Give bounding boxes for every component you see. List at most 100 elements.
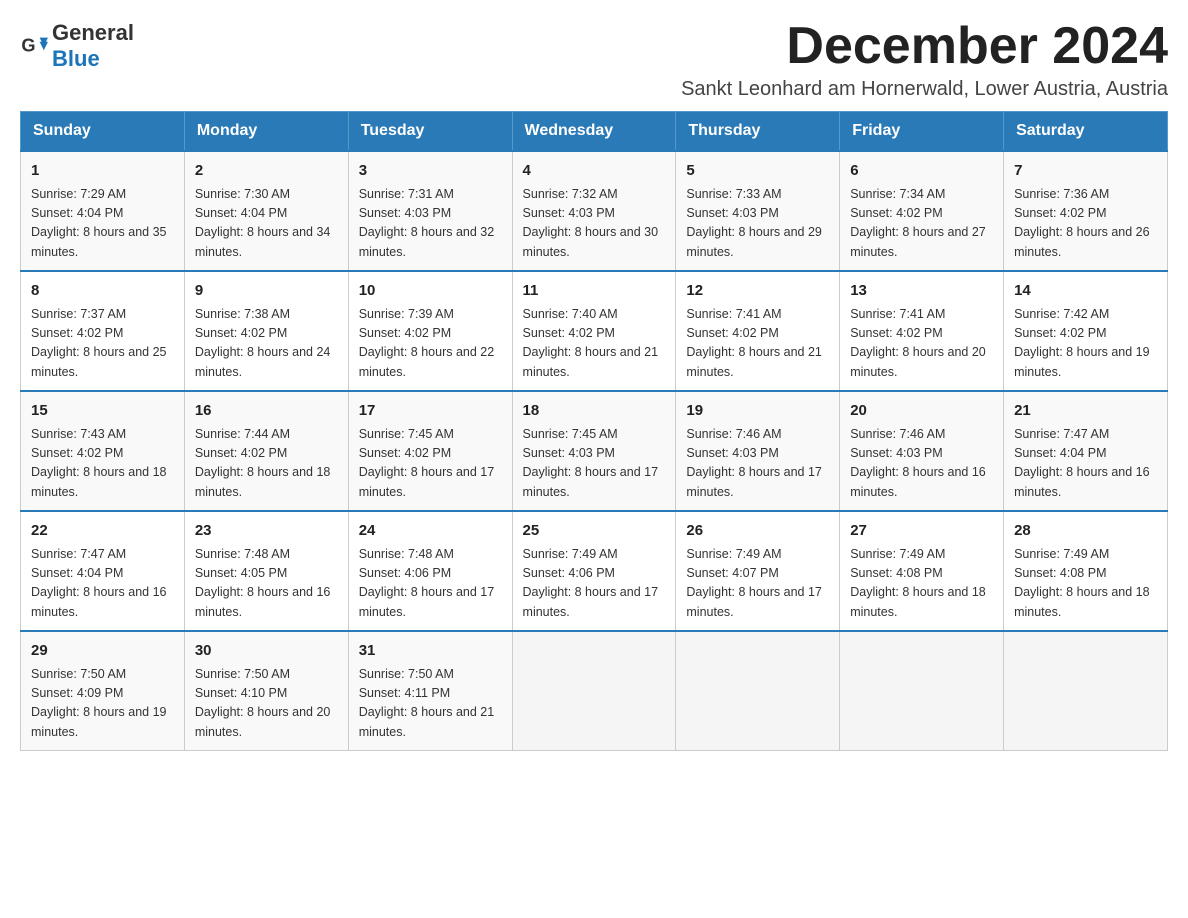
day-info: Sunrise: 7:48 AMSunset: 4:06 PMDaylight:…	[359, 545, 502, 623]
calendar-week-row: 29Sunrise: 7:50 AMSunset: 4:09 PMDayligh…	[21, 631, 1168, 751]
table-row: 4Sunrise: 7:32 AMSunset: 4:03 PMDaylight…	[512, 151, 676, 271]
day-info: Sunrise: 7:47 AMSunset: 4:04 PMDaylight:…	[1014, 425, 1157, 503]
table-row: 24Sunrise: 7:48 AMSunset: 4:06 PMDayligh…	[348, 511, 512, 631]
day-info: Sunrise: 7:48 AMSunset: 4:05 PMDaylight:…	[195, 545, 338, 623]
logo-text-general: General	[52, 20, 134, 45]
table-row	[840, 631, 1004, 751]
month-title: December 2024	[681, 20, 1168, 72]
day-number: 26	[686, 520, 829, 543]
day-number: 13	[850, 280, 993, 303]
header-sunday: Sunday	[21, 112, 185, 152]
table-row	[512, 631, 676, 751]
day-number: 2	[195, 160, 338, 183]
day-number: 19	[686, 400, 829, 423]
day-info: Sunrise: 7:39 AMSunset: 4:02 PMDaylight:…	[359, 305, 502, 383]
title-section: December 2024 Sankt Leonhard am Hornerwa…	[681, 20, 1168, 101]
day-info: Sunrise: 7:42 AMSunset: 4:02 PMDaylight:…	[1014, 305, 1157, 383]
day-number: 27	[850, 520, 993, 543]
table-row: 25Sunrise: 7:49 AMSunset: 4:06 PMDayligh…	[512, 511, 676, 631]
table-row	[1004, 631, 1168, 751]
day-info: Sunrise: 7:47 AMSunset: 4:04 PMDaylight:…	[31, 545, 174, 623]
table-row: 22Sunrise: 7:47 AMSunset: 4:04 PMDayligh…	[21, 511, 185, 631]
header-thursday: Thursday	[676, 112, 840, 152]
day-info: Sunrise: 7:50 AMSunset: 4:11 PMDaylight:…	[359, 665, 502, 743]
table-row: 29Sunrise: 7:50 AMSunset: 4:09 PMDayligh…	[21, 631, 185, 751]
day-number: 16	[195, 400, 338, 423]
day-number: 25	[523, 520, 666, 543]
table-row: 26Sunrise: 7:49 AMSunset: 4:07 PMDayligh…	[676, 511, 840, 631]
day-number: 20	[850, 400, 993, 423]
calendar-table: Sunday Monday Tuesday Wednesday Thursday…	[20, 111, 1168, 751]
day-info: Sunrise: 7:32 AMSunset: 4:03 PMDaylight:…	[523, 185, 666, 263]
day-info: Sunrise: 7:41 AMSunset: 4:02 PMDaylight:…	[686, 305, 829, 383]
day-info: Sunrise: 7:43 AMSunset: 4:02 PMDaylight:…	[31, 425, 174, 503]
calendar-body: 1Sunrise: 7:29 AMSunset: 4:04 PMDaylight…	[21, 151, 1168, 751]
svg-text:G: G	[21, 36, 35, 56]
day-info: Sunrise: 7:30 AMSunset: 4:04 PMDaylight:…	[195, 185, 338, 263]
calendar-week-row: 8Sunrise: 7:37 AMSunset: 4:02 PMDaylight…	[21, 271, 1168, 391]
day-number: 29	[31, 640, 174, 663]
header-wednesday: Wednesday	[512, 112, 676, 152]
day-info: Sunrise: 7:41 AMSunset: 4:02 PMDaylight:…	[850, 305, 993, 383]
table-row: 11Sunrise: 7:40 AMSunset: 4:02 PMDayligh…	[512, 271, 676, 391]
day-info: Sunrise: 7:49 AMSunset: 4:08 PMDaylight:…	[850, 545, 993, 623]
table-row: 2Sunrise: 7:30 AMSunset: 4:04 PMDaylight…	[184, 151, 348, 271]
day-info: Sunrise: 7:38 AMSunset: 4:02 PMDaylight:…	[195, 305, 338, 383]
day-number: 17	[359, 400, 502, 423]
logo-icon: G	[20, 32, 48, 60]
day-number: 8	[31, 280, 174, 303]
table-row: 18Sunrise: 7:45 AMSunset: 4:03 PMDayligh…	[512, 391, 676, 511]
day-number: 6	[850, 160, 993, 183]
table-row: 9Sunrise: 7:38 AMSunset: 4:02 PMDaylight…	[184, 271, 348, 391]
day-info: Sunrise: 7:44 AMSunset: 4:02 PMDaylight:…	[195, 425, 338, 503]
day-number: 28	[1014, 520, 1157, 543]
table-row: 15Sunrise: 7:43 AMSunset: 4:02 PMDayligh…	[21, 391, 185, 511]
day-info: Sunrise: 7:37 AMSunset: 4:02 PMDaylight:…	[31, 305, 174, 383]
day-info: Sunrise: 7:49 AMSunset: 4:07 PMDaylight:…	[686, 545, 829, 623]
location-subtitle: Sankt Leonhard am Hornerwald, Lower Aust…	[681, 78, 1168, 101]
day-number: 21	[1014, 400, 1157, 423]
day-info: Sunrise: 7:50 AMSunset: 4:10 PMDaylight:…	[195, 665, 338, 743]
table-row: 1Sunrise: 7:29 AMSunset: 4:04 PMDaylight…	[21, 151, 185, 271]
page-header: G General Blue December 2024 Sankt Leonh…	[20, 20, 1168, 101]
header-row: Sunday Monday Tuesday Wednesday Thursday…	[21, 112, 1168, 152]
calendar-week-row: 1Sunrise: 7:29 AMSunset: 4:04 PMDaylight…	[21, 151, 1168, 271]
day-number: 30	[195, 640, 338, 663]
day-number: 5	[686, 160, 829, 183]
table-row: 6Sunrise: 7:34 AMSunset: 4:02 PMDaylight…	[840, 151, 1004, 271]
calendar-week-row: 22Sunrise: 7:47 AMSunset: 4:04 PMDayligh…	[21, 511, 1168, 631]
day-info: Sunrise: 7:36 AMSunset: 4:02 PMDaylight:…	[1014, 185, 1157, 263]
day-number: 18	[523, 400, 666, 423]
day-number: 3	[359, 160, 502, 183]
table-row: 5Sunrise: 7:33 AMSunset: 4:03 PMDaylight…	[676, 151, 840, 271]
day-info: Sunrise: 7:45 AMSunset: 4:03 PMDaylight:…	[523, 425, 666, 503]
header-friday: Friday	[840, 112, 1004, 152]
table-row: 30Sunrise: 7:50 AMSunset: 4:10 PMDayligh…	[184, 631, 348, 751]
table-row: 14Sunrise: 7:42 AMSunset: 4:02 PMDayligh…	[1004, 271, 1168, 391]
day-info: Sunrise: 7:49 AMSunset: 4:06 PMDaylight:…	[523, 545, 666, 623]
day-number: 24	[359, 520, 502, 543]
table-row: 10Sunrise: 7:39 AMSunset: 4:02 PMDayligh…	[348, 271, 512, 391]
day-number: 11	[523, 280, 666, 303]
day-number: 10	[359, 280, 502, 303]
table-row: 20Sunrise: 7:46 AMSunset: 4:03 PMDayligh…	[840, 391, 1004, 511]
calendar-week-row: 15Sunrise: 7:43 AMSunset: 4:02 PMDayligh…	[21, 391, 1168, 511]
table-row: 31Sunrise: 7:50 AMSunset: 4:11 PMDayligh…	[348, 631, 512, 751]
day-info: Sunrise: 7:46 AMSunset: 4:03 PMDaylight:…	[686, 425, 829, 503]
day-number: 31	[359, 640, 502, 663]
day-info: Sunrise: 7:40 AMSunset: 4:02 PMDaylight:…	[523, 305, 666, 383]
day-number: 7	[1014, 160, 1157, 183]
day-info: Sunrise: 7:46 AMSunset: 4:03 PMDaylight:…	[850, 425, 993, 503]
day-number: 12	[686, 280, 829, 303]
table-row: 13Sunrise: 7:41 AMSunset: 4:02 PMDayligh…	[840, 271, 1004, 391]
day-number: 1	[31, 160, 174, 183]
day-info: Sunrise: 7:31 AMSunset: 4:03 PMDaylight:…	[359, 185, 502, 263]
calendar-header: Sunday Monday Tuesday Wednesday Thursday…	[21, 112, 1168, 152]
day-number: 14	[1014, 280, 1157, 303]
header-monday: Monday	[184, 112, 348, 152]
day-number: 22	[31, 520, 174, 543]
logo-text-blue: Blue	[52, 46, 100, 71]
header-saturday: Saturday	[1004, 112, 1168, 152]
table-row: 17Sunrise: 7:45 AMSunset: 4:02 PMDayligh…	[348, 391, 512, 511]
table-row: 3Sunrise: 7:31 AMSunset: 4:03 PMDaylight…	[348, 151, 512, 271]
